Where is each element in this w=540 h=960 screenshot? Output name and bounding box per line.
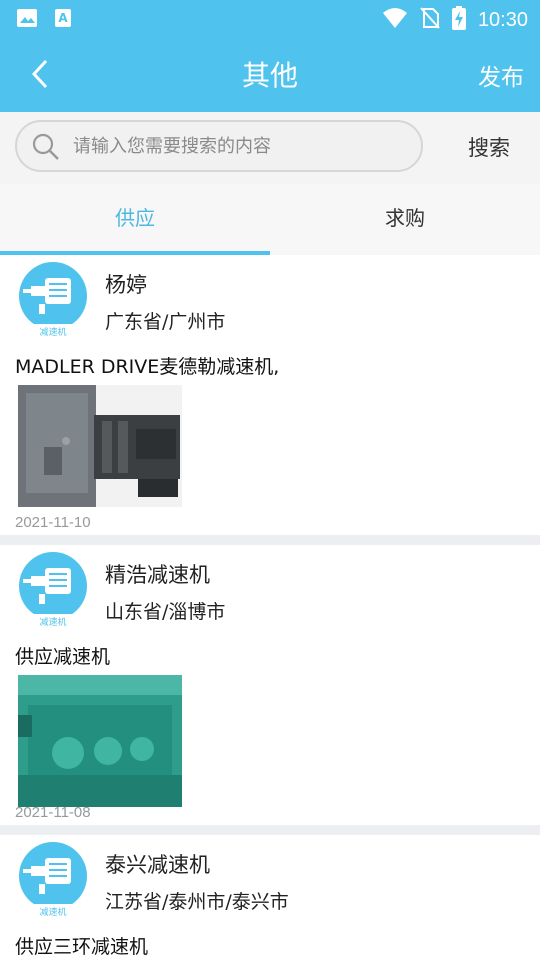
company-logo: 减速机 <box>15 842 91 918</box>
list-item[interactable]: 减速机 杨婷 广东省/广州市 MADLER DRIVE麦德勒减速机, 2021-… <box>0 255 540 545</box>
poster-name: 杨婷 <box>105 273 147 297</box>
list-item[interactable]: 减速机 精浩减速机 山东省/淄博市 供应减速机 2021-11-08 <box>0 545 540 835</box>
search-bar: 搜索 <box>0 112 540 184</box>
poster-location: 山东省/淄博市 <box>105 601 226 623</box>
poster-location: 江苏省/泰州市/泰兴市 <box>105 891 289 913</box>
poster-location: 广东省/广州市 <box>105 311 226 333</box>
wifi-icon <box>382 7 408 33</box>
company-logo: 减速机 <box>15 262 91 338</box>
post-date: 2021-11-10 <box>15 514 91 531</box>
app-bar: 其他 发布 <box>0 36 540 112</box>
post-description: 供应三环减速机 <box>15 936 149 958</box>
image-icon <box>16 8 38 32</box>
svg-text:A: A <box>58 11 68 25</box>
poster-name: 精浩减速机 <box>105 563 210 587</box>
poster-name: 泰兴减速机 <box>105 853 210 877</box>
tab-bar: 供应 求购 <box>0 184 540 255</box>
no-sim-icon <box>420 7 440 33</box>
clock-time: 10:30 <box>477 8 528 31</box>
battery-charging-icon <box>451 6 466 34</box>
post-description: 供应减速机 <box>15 646 111 668</box>
post-description: MADLER DRIVE麦德勒减速机, <box>15 356 280 378</box>
tab-purchase[interactable]: 求购 <box>270 184 540 255</box>
list-item[interactable]: 减速机 泰兴减速机 江苏省/泰州市/泰兴市 供应三环减速机 <box>0 835 540 960</box>
publish-button[interactable]: 发布 <box>478 58 524 92</box>
logo-caption: 减速机 <box>39 326 66 338</box>
search-input[interactable] <box>73 132 413 160</box>
text-a-icon: A <box>54 8 72 32</box>
post-date: 2021-11-08 <box>15 804 91 821</box>
search-icon <box>31 132 61 166</box>
logo-caption: 减速机 <box>39 906 66 918</box>
search-box[interactable] <box>15 120 423 172</box>
page-title: 其他 <box>241 59 298 92</box>
search-button[interactable]: 搜索 <box>468 132 510 162</box>
product-photo[interactable] <box>18 675 182 807</box>
post-list: 减速机 杨婷 广东省/广州市 MADLER DRIVE麦德勒减速机, 2021-… <box>0 255 540 960</box>
logo-caption: 减速机 <box>39 616 66 628</box>
tab-supply[interactable]: 供应 <box>0 184 270 255</box>
status-bar: A 10:30 <box>0 0 540 36</box>
company-logo: 减速机 <box>15 552 91 628</box>
product-photo[interactable] <box>18 385 182 507</box>
